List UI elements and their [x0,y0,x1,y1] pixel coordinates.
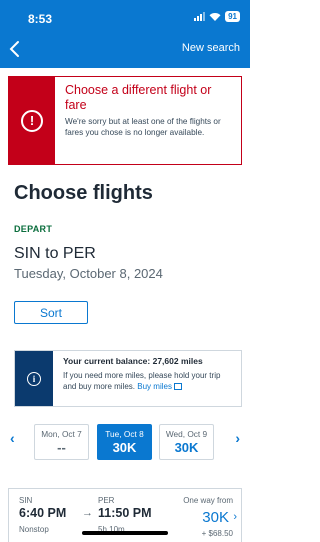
buy-miles-link[interactable]: Buy miles [137,382,182,391]
date-option-label: Mon, Oct 7 [41,429,82,439]
route-title: SIN to PER [14,245,96,262]
date-option[interactable]: Wed, Oct 9 30K [159,424,214,460]
alert-body: Choose a different flight or fare We're … [55,77,241,164]
sort-button[interactable]: Sort [14,301,88,324]
next-dates-button[interactable]: › [235,430,240,446]
chevron-left-icon[interactable] [8,40,22,58]
depart-label: DEPART [14,224,53,234]
alert-message: We're sorry but at least one of the flig… [65,117,221,137]
home-indicator [82,531,168,535]
exclamation-circle-icon: ! [21,109,43,132]
error-alert: ! Choose a different flight or fare We'r… [8,76,242,165]
status-time: 8:53 [28,12,53,26]
wifi-icon [209,12,221,21]
balance-band: i [15,351,53,406]
chevron-right-icon[interactable]: › [233,511,237,523]
date-option-price: -- [57,440,66,455]
alert-band: ! [9,77,55,164]
date-option-label: Wed, Oct 9 [165,429,208,439]
new-search-link[interactable]: New search [182,42,240,54]
date-option[interactable]: Mon, Oct 7 -- [34,424,89,460]
date-option-price: 30K [112,440,137,455]
stops-info: Nonstop [19,525,49,534]
alert-title: Choose a different flight or fare [65,83,212,112]
travel-date: Tuesday, October 8, 2024 [14,266,163,281]
price-label: One way from [183,496,233,505]
external-link-icon [173,383,182,390]
buy-miles-label[interactable]: Buy miles [137,382,172,391]
date-option-price: 30K [174,440,199,455]
app-header: 8:53 91 New search [0,0,250,68]
arrow-right-icon: → [82,507,93,519]
fare-fee: + $68.50 [201,529,233,538]
miles-balance-card: i Your current balance: 27,602 miles If … [14,350,242,407]
prev-dates-button[interactable]: ‹ [10,430,15,446]
page-title: Choose flights [14,182,153,204]
balance-body: Your current balance: 27,602 miles If yo… [53,351,241,406]
date-option-label: Tue, Oct 8 [105,429,144,439]
destination-code: PER [98,496,115,505]
signal-icon [194,12,206,21]
fare-price[interactable]: 30K [202,509,229,526]
depart-time: 6:40 PM [19,506,67,520]
balance-title: Your current balance: 27,602 miles [63,356,203,366]
battery-icon: 91 [225,11,240,22]
date-option-selected[interactable]: Tue, Oct 8 30K [97,424,152,460]
info-icon: i [27,371,41,386]
origin-code: SIN [19,496,33,505]
arrive-time: 11:50 PM [98,506,152,520]
status-icons: 91 [194,11,240,22]
balance-message: If you need more miles, please hold your… [63,370,235,392]
